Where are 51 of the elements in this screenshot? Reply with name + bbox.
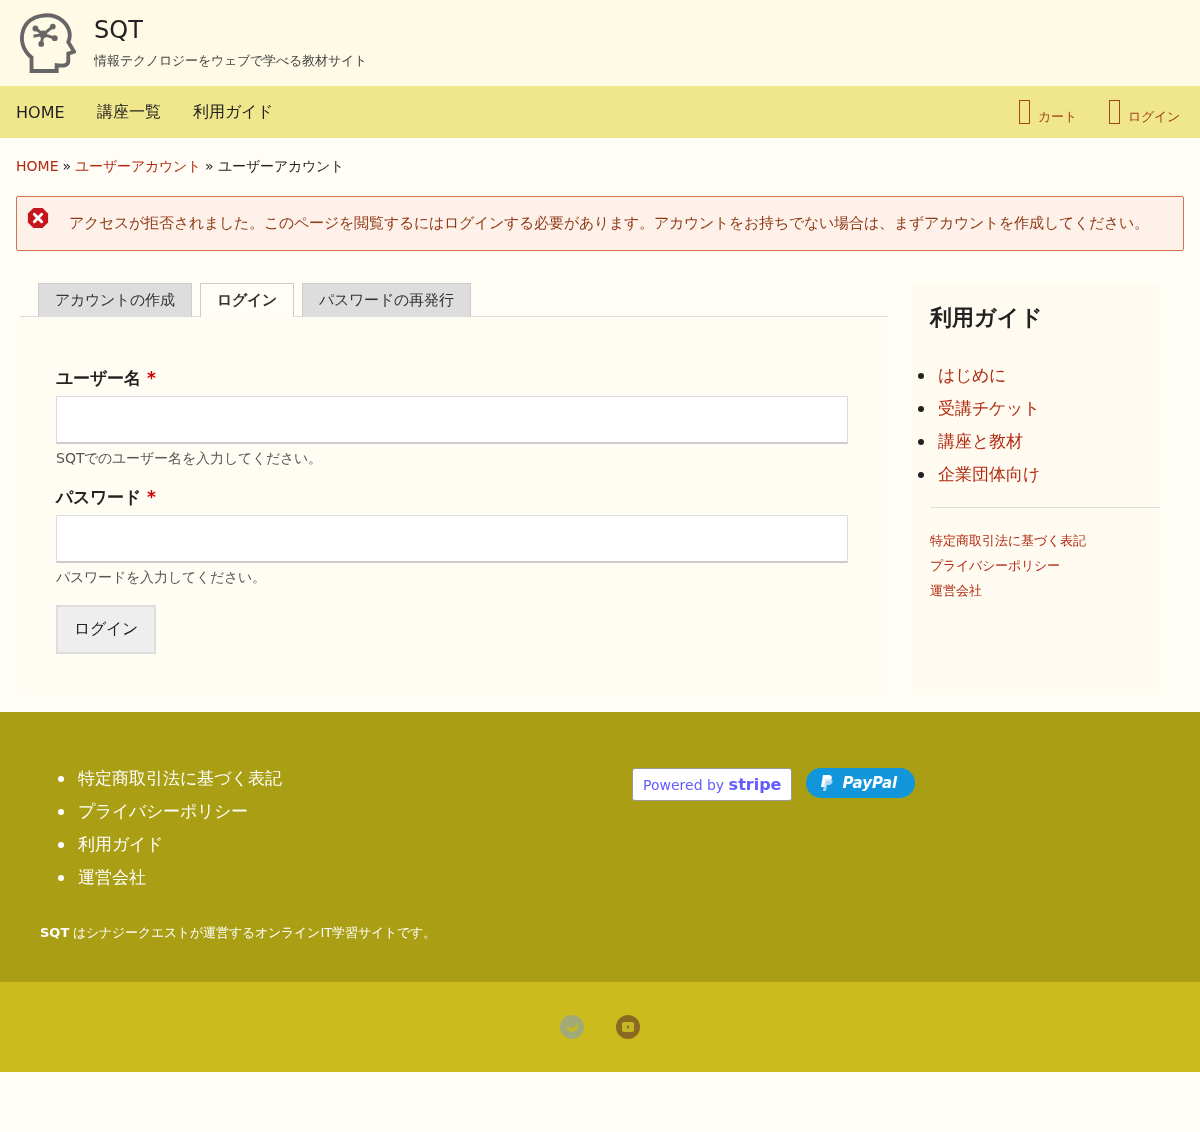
- sidebar-small-link[interactable]: プライバシーポリシー: [930, 553, 1160, 578]
- paypal-p-icon: [820, 774, 835, 792]
- nav-link[interactable]: 利用ガイド: [192, 101, 273, 123]
- tab[interactable]: ログイン: [200, 283, 294, 317]
- breadcrumb-current: ユーザーアカウント: [217, 158, 344, 176]
- breadcrumb-link[interactable]: HOME: [16, 158, 59, 176]
- input-field[interactable]: [56, 396, 848, 444]
- breadcrumb-separator: »: [205, 158, 214, 176]
- bullet-icon: [58, 841, 64, 848]
- sidebar-link[interactable]: 講座と教材: [938, 430, 1023, 453]
- stripe-prefix: Powered by: [643, 777, 725, 793]
- sidebar-small-link[interactable]: 特定商取引法に基づく表記: [930, 528, 1160, 553]
- head-logo-icon: [18, 11, 76, 75]
- missing-glyph-icon: [1109, 100, 1120, 124]
- sidebar-link[interactable]: はじめに: [938, 364, 1006, 387]
- nav-link[interactable]: 講座一覧: [96, 101, 161, 123]
- stripe-wordmark: stripe: [728, 775, 782, 794]
- tab[interactable]: パスワードの再発行: [302, 283, 471, 317]
- required-mark: *: [146, 487, 156, 507]
- breadcrumb-link[interactable]: ユーザーアカウント: [75, 158, 202, 176]
- missing-glyph-icon: [1019, 100, 1030, 124]
- bullet-icon: [918, 438, 924, 445]
- input-field[interactable]: [56, 515, 848, 563]
- sidebar-link[interactable]: 受講チケット: [938, 397, 1040, 420]
- footer-note: SQT はシナジークエストが運営するオンラインIT学習サイトです。: [40, 924, 438, 942]
- bullet-icon: [918, 471, 924, 478]
- error-icon: [27, 207, 49, 229]
- required-mark: *: [146, 368, 156, 388]
- login-link[interactable]: ログイン: [1128, 108, 1180, 126]
- field-help: SQTでのユーザー名を入力してください。: [56, 450, 324, 468]
- bullet-icon: [58, 775, 64, 782]
- site-tagline: 情報テクノロジーをウェブで学べる教材サイト: [94, 52, 367, 70]
- error-message: アクセスが拒否されました。このページを閲覧するにはログインする必要があります。アカウントをお持ちでない場合は、まずアカウントを作成してください。: [69, 213, 1149, 234]
- bullet-icon: [58, 874, 64, 881]
- sidebar-title: 利用ガイド: [930, 304, 1044, 332]
- breadcrumb-separator: »: [62, 158, 72, 176]
- nav-link[interactable]: HOME: [16, 102, 65, 122]
- sidebar-small-link[interactable]: 運営会社: [930, 578, 1160, 603]
- field-help: パスワードを入力してください。: [56, 569, 267, 587]
- field-label: ユーザー名: [56, 368, 141, 388]
- field-label: パスワード: [56, 487, 141, 507]
- youtube-icon[interactable]: [616, 1015, 640, 1039]
- bullet-icon: [58, 808, 64, 815]
- cart-link[interactable]: カート: [1038, 108, 1077, 126]
- bullet-icon: [918, 372, 924, 379]
- sidebar-link[interactable]: 企業団体向け: [938, 463, 1040, 486]
- bullet-icon: [918, 405, 924, 412]
- login-button[interactable]: ログイン: [56, 605, 156, 654]
- site-name[interactable]: SQT: [94, 16, 367, 44]
- paypal-wordmark: PayPal: [842, 774, 898, 792]
- tab[interactable]: アカウントの作成: [38, 283, 192, 317]
